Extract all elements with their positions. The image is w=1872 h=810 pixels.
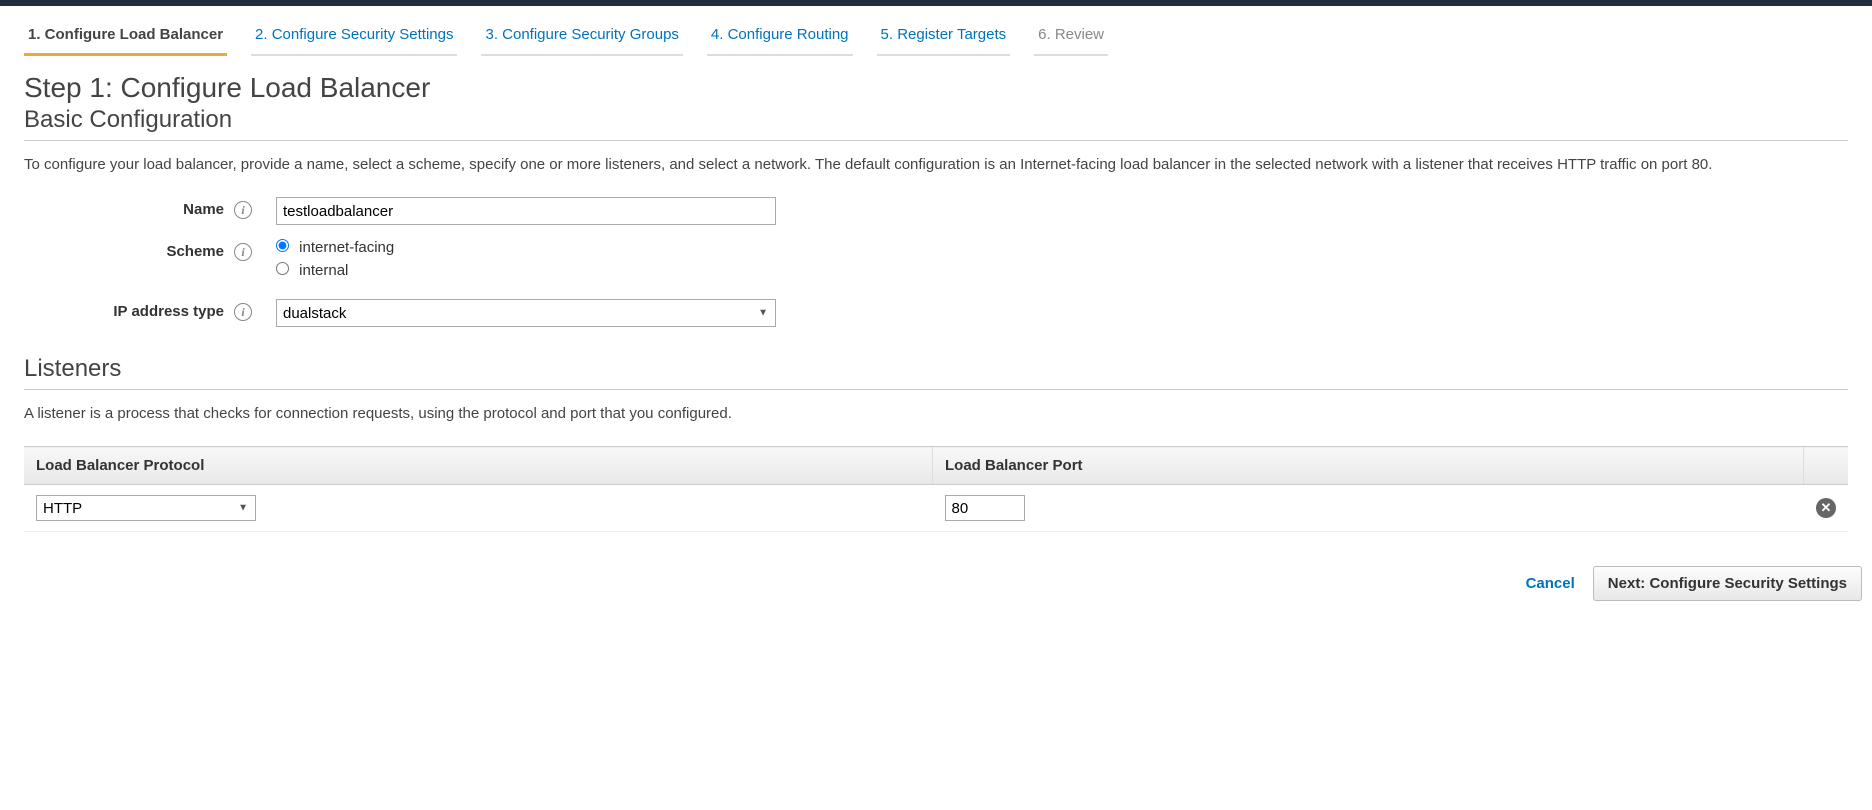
ip-type-select[interactable]: dualstack bbox=[276, 299, 776, 327]
info-icon[interactable]: i bbox=[234, 243, 252, 261]
scheme-internet-facing-radio[interactable] bbox=[276, 239, 289, 252]
main-content: Step 1: Configure Load Balancer Basic Co… bbox=[0, 56, 1872, 552]
basic-config-description: To configure your load balancer, provide… bbox=[24, 153, 1848, 177]
wizard-step-2[interactable]: 2. Configure Security Settings bbox=[251, 18, 457, 56]
info-icon[interactable]: i bbox=[234, 303, 252, 321]
listener-protocol-select[interactable]: HTTP bbox=[36, 495, 256, 521]
cancel-button[interactable]: Cancel bbox=[1526, 575, 1575, 592]
scheme-row: Scheme i internet-facing internal bbox=[24, 239, 1848, 285]
next-button[interactable]: Next: Configure Security Settings bbox=[1593, 566, 1862, 601]
name-input[interactable] bbox=[276, 197, 776, 225]
name-label: Name bbox=[24, 197, 224, 218]
scheme-internet-facing-label: internet-facing bbox=[299, 239, 394, 256]
scheme-internet-facing-option[interactable]: internet-facing bbox=[276, 239, 394, 256]
col-protocol: Load Balancer Protocol bbox=[24, 447, 933, 485]
listeners-title: Listeners bbox=[24, 355, 1848, 390]
scheme-internal-option[interactable]: internal bbox=[276, 262, 394, 279]
listener-row: HTTP ✕ bbox=[24, 485, 1848, 532]
scheme-label: Scheme bbox=[24, 239, 224, 260]
listeners-description: A listener is a process that checks for … bbox=[24, 402, 1848, 426]
wizard-step-5[interactable]: 5. Register Targets bbox=[877, 18, 1011, 56]
col-port: Load Balancer Port bbox=[933, 447, 1804, 485]
basic-config-title: Basic Configuration bbox=[24, 106, 1848, 141]
info-icon[interactable]: i bbox=[234, 201, 252, 219]
scheme-internal-label: internal bbox=[299, 262, 348, 279]
col-actions bbox=[1804, 447, 1848, 485]
wizard-step-1[interactable]: 1. Configure Load Balancer bbox=[24, 18, 227, 56]
name-row: Name i bbox=[24, 197, 1848, 225]
wizard-step-6: 6. Review bbox=[1034, 18, 1108, 56]
ip-type-label: IP address type bbox=[24, 299, 224, 320]
ip-type-row: IP address type i dualstack bbox=[24, 299, 1848, 327]
wizard-step-3[interactable]: 3. Configure Security Groups bbox=[481, 18, 682, 56]
wizard-steps: 1. Configure Load Balancer 2. Configure … bbox=[0, 6, 1872, 56]
step-title: Step 1: Configure Load Balancer bbox=[24, 72, 1848, 104]
listeners-table: Load Balancer Protocol Load Balancer Por… bbox=[24, 446, 1848, 532]
scheme-internal-radio[interactable] bbox=[276, 262, 289, 275]
remove-listener-icon[interactable]: ✕ bbox=[1816, 498, 1836, 518]
footer-actions: Cancel Next: Configure Security Settings bbox=[0, 552, 1872, 621]
listener-port-input[interactable] bbox=[945, 495, 1025, 521]
wizard-step-4[interactable]: 4. Configure Routing bbox=[707, 18, 853, 56]
